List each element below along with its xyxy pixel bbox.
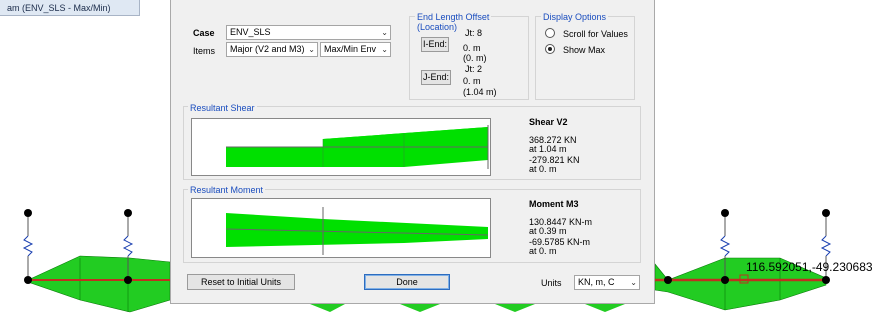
i-end-button[interactable]: I-End: — [421, 37, 449, 52]
chevron-down-icon: ⌄ — [381, 45, 388, 54]
j-end-button[interactable]: J-End: — [421, 70, 451, 85]
moment-diagram-plot — [191, 198, 491, 258]
display-options-title: Display Options — [541, 12, 609, 22]
show-max-label: Show Max — [563, 45, 606, 55]
chevron-down-icon: ⌄ — [308, 45, 315, 54]
units-label: Units — [541, 278, 562, 288]
i-end-joint: Jt: 8 — [465, 28, 483, 38]
shear-min-location: at 0. m — [529, 164, 557, 174]
items-label: Items — [193, 46, 216, 56]
shear-diagram — [226, 125, 489, 169]
i-end-location: (0. m) — [463, 53, 487, 63]
units-select[interactable]: KN, m, C ⌄ — [574, 275, 640, 290]
j-end-offset-value: 0. m — [463, 76, 481, 86]
reset-units-button[interactable]: Reset to Initial Units — [187, 274, 295, 290]
window-tab-title[interactable]: am (ENV_SLS - Max/Min) — [0, 0, 140, 16]
chevron-down-icon: ⌄ — [630, 278, 637, 287]
done-button[interactable]: Done — [364, 274, 450, 290]
moment-min-location: at 0. m — [529, 246, 557, 256]
envelope-select[interactable]: Max/Min Env ⌄ — [320, 42, 391, 57]
case-select-value: ENV_SLS — [230, 27, 271, 37]
show-max-radio[interactable] — [545, 44, 555, 54]
envelope-select-value: Max/Min Env — [324, 44, 377, 54]
moment-diagram — [225, 207, 489, 255]
shear-diagram-plot — [191, 118, 491, 176]
shear-max-location: at 1.04 m — [529, 144, 567, 154]
moment-max-location: at 0.39 m — [529, 226, 567, 236]
j-end-joint: Jt: 2 — [465, 64, 483, 74]
left-support-1 — [22, 214, 34, 280]
case-label: Case — [193, 28, 215, 38]
units-select-value: KN, m, C — [578, 277, 615, 287]
moment-heading: Moment M3 — [529, 199, 579, 209]
shear-heading: Shear V2 — [529, 117, 568, 127]
resultant-shear-title: Resultant Shear — [188, 103, 257, 113]
chevron-down-icon: ⌄ — [381, 28, 388, 37]
scroll-for-values-radio[interactable] — [545, 28, 555, 38]
scroll-for-values-label: Scroll for Values — [563, 29, 628, 39]
resultant-moment-title: Resultant Moment — [188, 185, 266, 195]
left-frame-diagram — [27, 255, 171, 313]
i-end-offset-value: 0. m — [463, 43, 481, 53]
items-select[interactable]: Major (V2 and M3) ⌄ — [226, 42, 318, 57]
coordinate-readout: 116.592051,-49.230683 — [746, 260, 873, 274]
items-select-value: Major (V2 and M3) — [230, 44, 305, 54]
member-force-diagram-dialog: Case ENV_SLS ⌄ Items Major (V2 and M3) ⌄… — [170, 0, 655, 304]
j-end-location: (1.04 m) — [463, 87, 497, 97]
case-select[interactable]: ENV_SLS ⌄ — [226, 25, 391, 40]
end-length-offset-subtitle: (Location) — [417, 22, 458, 32]
end-length-offset-title: End Length Offset — [415, 12, 492, 22]
